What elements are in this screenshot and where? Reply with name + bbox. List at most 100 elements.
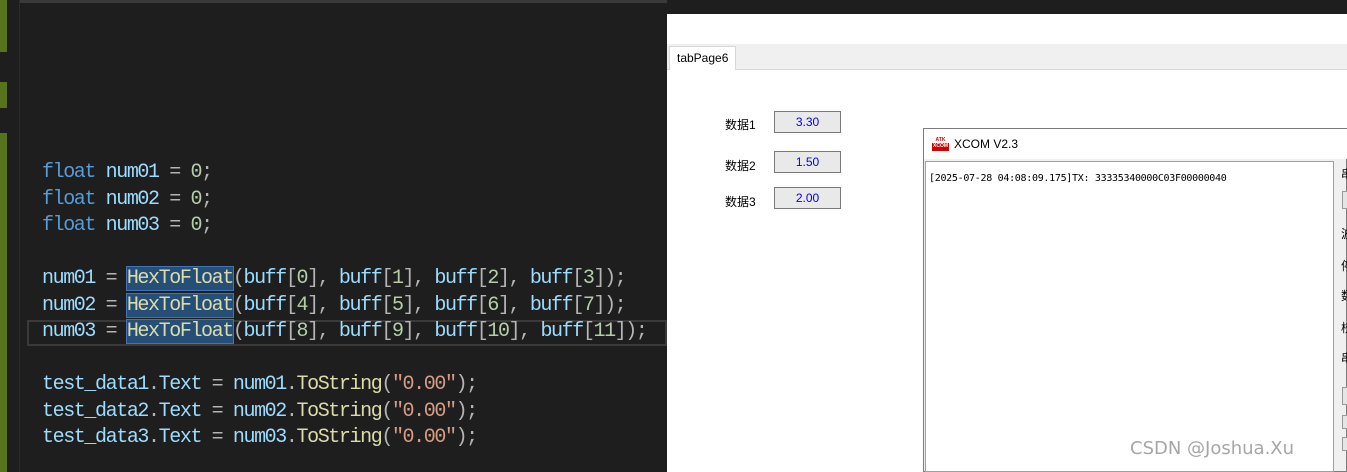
- code-token: buff: [434, 267, 478, 290]
- code-token: 2: [487, 267, 499, 290]
- change-marker: [0, 0, 7, 52]
- code-token: buff: [338, 267, 383, 290]
- code-token: ;: [201, 161, 213, 184]
- code-line[interactable]: [42, 346, 647, 373]
- code-token: 0: [190, 161, 202, 184]
- code-editor[interactable]: float num01 = 0; float num02 = 0; float nu…: [0, 0, 667, 472]
- change-marker: [0, 82, 7, 108]
- code-token: Text: [158, 426, 203, 449]
- code-token: float: [42, 214, 96, 237]
- data3-value-box[interactable]: 2.00: [774, 187, 841, 209]
- data3-label: 数据3: [725, 195, 756, 209]
- code-token: 0: [190, 214, 202, 237]
- tab-strip: tabPage6: [667, 44, 1347, 70]
- editor-gutter: [0, 0, 20, 472]
- code-token: 5: [391, 293, 404, 317]
- side-checkbox[interactable]: [1342, 415, 1347, 429]
- code-line[interactable]: num02 = HexToFloat(buff[4], buff[5], buf…: [42, 292, 647, 320]
- code-token: ],: [402, 320, 435, 343]
- code-block[interactable]: float num01 = 0; float num02 = 0; float nu…: [42, 160, 648, 452]
- code-line[interactable]: test_data2.Text = num02.ToString("0.00")…: [42, 399, 647, 426]
- code-token: [: [381, 293, 393, 317]
- code-token: [: [285, 267, 298, 290]
- code-token: num03: [105, 214, 160, 237]
- xcom-title: XCOM V2.3: [954, 137, 1019, 151]
- code-token: [: [285, 293, 298, 317]
- receive-textarea[interactable]: [2025-07-28 04:08:09.175]TX: 33335340000…: [925, 161, 1334, 472]
- side-combo[interactable]: [1342, 191, 1347, 209]
- code-token: =: [201, 426, 233, 449]
- code-token: .: [285, 399, 298, 423]
- code-token: 3: [582, 267, 595, 290]
- data1-value-box[interactable]: 3.30: [774, 111, 841, 133]
- code-token: "0.00": [391, 426, 457, 449]
- code-token: buff: [434, 293, 478, 317]
- code-token: 0: [296, 267, 309, 290]
- side-label: 波: [1341, 225, 1347, 242]
- side-label: 串: [1341, 349, 1347, 366]
- code-token: ],: [402, 293, 435, 317]
- code-line[interactable]: num03 = HexToFloat(buff[8], buff[9], buf…: [42, 319, 648, 346]
- code-token: =: [95, 267, 127, 290]
- code-token: ]);: [593, 267, 626, 290]
- code-token: buff: [338, 293, 383, 317]
- code-token: ],: [307, 320, 339, 343]
- code-token: (: [232, 320, 245, 343]
- code-token: 9: [391, 320, 404, 343]
- code-token: (: [381, 373, 393, 396]
- code-token: ;: [201, 187, 213, 211]
- form-top-area: [667, 14, 1347, 44]
- code-token: 4: [296, 293, 309, 317]
- code-token: ],: [307, 293, 339, 317]
- code-token: ],: [307, 267, 339, 290]
- code-token: buff: [434, 320, 478, 343]
- code-token: ],: [498, 267, 530, 290]
- code-token: 1: [391, 267, 404, 290]
- code-line[interactable]: test_data3.Text = num03.ToString("0.00")…: [42, 425, 647, 452]
- code-token: 7: [582, 293, 595, 317]
- code-token: num02: [105, 187, 160, 211]
- code-token: ]);: [593, 293, 626, 317]
- code-token: [: [476, 267, 489, 290]
- data2-value-box[interactable]: 1.50: [774, 151, 841, 173]
- code-line[interactable]: [42, 240, 647, 267]
- code-token: .: [148, 399, 160, 423]
- code-token: num02: [232, 399, 287, 423]
- code-token: num01: [232, 373, 287, 396]
- code-token: num03: [42, 320, 96, 343]
- code-token: test_data3: [42, 426, 149, 449]
- code-token: 6: [487, 293, 499, 317]
- data2-label: 数据2: [725, 159, 756, 173]
- side-label: 停: [1341, 257, 1347, 274]
- code-token: (: [232, 293, 245, 317]
- code-token: =: [158, 187, 191, 211]
- xcom-titlebar[interactable]: ATK XCOM XCOM V2.3: [924, 129, 1347, 159]
- code-line[interactable]: num01 = HexToFloat(buff[0], buff[1], buf…: [42, 266, 647, 293]
- data1-label: 数据1: [725, 118, 756, 132]
- side-button[interactable]: [1342, 387, 1347, 405]
- xcom-window: ATK XCOM XCOM V2.3 [2025-07-28 04:08:09.1…: [923, 128, 1347, 472]
- code-token: float: [42, 187, 96, 211]
- highlighted-method-token: HexToFloat: [125, 266, 234, 291]
- code-token: Text: [158, 399, 203, 423]
- code-token: ToString: [296, 426, 383, 449]
- code-token: [: [285, 320, 298, 343]
- code-line[interactable]: float num02 = 0;: [42, 187, 647, 214]
- code-token: ToString: [296, 373, 383, 396]
- code-token: buff: [243, 293, 287, 317]
- code-token: num01: [105, 161, 160, 184]
- side-checkbox[interactable]: [1342, 437, 1347, 451]
- code-token: (: [232, 267, 245, 290]
- code-token: test_data1: [42, 373, 149, 396]
- code-line[interactable]: test_data1.Text = num01.ToString("0.00")…: [42, 372, 647, 399]
- tab-page6[interactable]: tabPage6: [669, 46, 737, 70]
- code-token: );: [455, 399, 479, 423]
- code-token: =: [158, 161, 191, 184]
- code-line[interactable]: float num03 = 0;: [42, 213, 647, 240]
- change-marker: [0, 133, 7, 472]
- code-token: 10: [487, 320, 510, 343]
- code-line[interactable]: float num01 = 0;: [42, 160, 647, 187]
